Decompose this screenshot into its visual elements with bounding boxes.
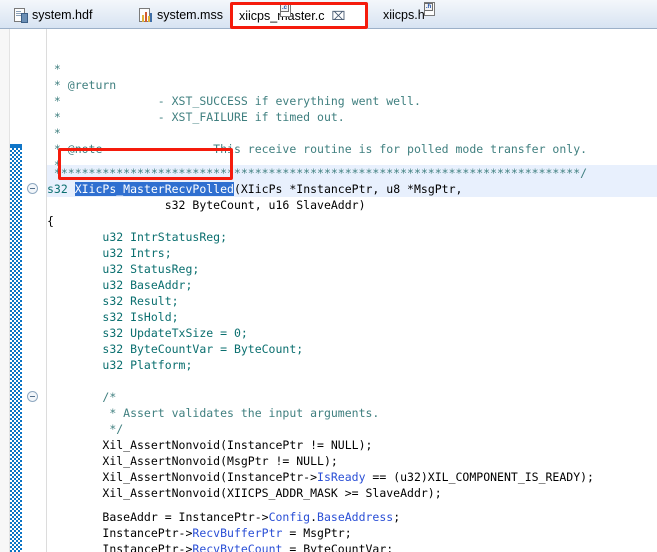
code-line: *	[47, 125, 61, 141]
code-line: Xil_AssertNonvoid(XIICPS_ADDR_MASK >= Sl…	[47, 485, 442, 501]
comment-text: * - XST_FAILURE if timed out.	[47, 110, 345, 124]
code-text: = MsgPtr;	[282, 526, 352, 540]
code-text: InstancePtr->	[47, 526, 193, 540]
code-text: Xil_AssertNonvoid(XIICPS_ADDR_MASK >= Sl…	[47, 486, 442, 500]
code-text: Xil_AssertNonvoid(InstancePtr != NULL);	[47, 438, 373, 452]
code-line: /*	[47, 389, 116, 405]
type-keyword-text: u32 StatusReg;	[47, 262, 200, 276]
comment-text: * @note This receive routine is for poll…	[47, 142, 588, 156]
type-keyword-text: u32 IntrStatusReg;	[47, 230, 228, 244]
code-text: InstancePtr->	[47, 542, 193, 552]
struct-field-reference: Config	[268, 510, 311, 524]
code-line: * - XST_SUCCESS if everything went well.	[47, 93, 421, 109]
type-keyword-text: u32 Intrs;	[47, 246, 172, 260]
annotation-ruler-strip[interactable]	[0, 29, 10, 552]
type-keyword-text: s32 UpdateTxSize = 0;	[47, 326, 248, 340]
code-line: s32 ByteCountVar = ByteCount;	[47, 341, 303, 357]
code-line: Xil_AssertNonvoid(MsgPtr != NULL);	[47, 453, 338, 469]
type-keyword-text: u32 BaseAddr;	[47, 278, 193, 292]
struct-field-reference: RecvByteCount	[192, 542, 283, 552]
code-line: */	[47, 421, 123, 437]
folding-gutter[interactable]	[22, 29, 44, 552]
code-line: ****************************************…	[47, 165, 587, 181]
tab-label: system.mss	[157, 8, 223, 22]
code-line: u32 Platform;	[47, 357, 192, 373]
code-text: ;	[393, 510, 401, 524]
code-text: == (u32)XIL_COMPONENT_IS_READY);	[365, 470, 594, 484]
code-text: Xil_AssertNonvoid(InstancePtr->	[47, 470, 318, 484]
comment-text: */	[47, 422, 124, 436]
code-line: s32 XIicPs_MasterRecvPolled(XIicPs *Inst…	[47, 181, 462, 197]
code-text: {	[47, 214, 54, 228]
comment-text: * Assert validates the input arguments.	[47, 406, 380, 420]
code-line: {	[47, 213, 54, 229]
type-keyword-text: s32 IsHold;	[47, 310, 179, 324]
code-line: u32 IntrStatusReg;	[47, 229, 227, 245]
type-keyword-text: s32 ByteCountVar = ByteCount;	[47, 342, 304, 356]
tab-system-hdf[interactable]: system.hdf	[8, 2, 120, 28]
code-editor[interactable]: * * @return * - XST_SUCCESS if everythin…	[0, 29, 657, 552]
comment-text: * @return	[47, 78, 117, 92]
code-line: s32 ByteCount, u16 SlaveAddr)	[47, 197, 366, 213]
code-text: (XIicPs *InstancePtr, u8 *MsgPtr,	[233, 182, 463, 196]
fold-collapse-icon[interactable]	[27, 183, 38, 194]
code-line: s32 IsHold;	[47, 309, 179, 325]
code-line: u32 BaseAddr;	[47, 277, 192, 293]
struct-field-reference: RecvBufferPtr	[192, 526, 283, 540]
tab-xiicps-h[interactable]: .h xiicps.h	[377, 2, 469, 28]
code-text: Xil_AssertNonvoid(MsgPtr != NULL);	[47, 454, 338, 468]
tab-label: system.hdf	[32, 8, 93, 22]
type-keyword-text: u32 Platform;	[47, 358, 193, 372]
code-text: s32 ByteCount, u16 SlaveAddr)	[47, 198, 366, 212]
code-line: * @note This receive routine is for poll…	[47, 141, 587, 157]
code-line: * @return	[47, 77, 116, 93]
code-line: BaseAddr = InstancePtr->Config.BaseAddre…	[47, 509, 400, 525]
comment-text: ****************************************…	[47, 166, 588, 180]
type-keyword-text: s32	[47, 182, 75, 196]
code-line: * - XST_FAILURE if timed out.	[47, 109, 345, 125]
struct-field-reference: IsReady	[317, 470, 366, 484]
hdf-file-icon	[14, 7, 28, 23]
fold-collapse-icon[interactable]	[27, 391, 38, 402]
type-keyword-text: s32 Result;	[47, 294, 179, 308]
comment-text: *	[47, 126, 61, 140]
code-line: * Assert validates the input arguments.	[47, 405, 379, 421]
code-line: s32 Result;	[47, 293, 179, 309]
comment-text: *	[47, 62, 61, 76]
code-text: .	[310, 510, 318, 524]
code-line: InstancePtr->RecvBufferPtr = MsgPtr;	[47, 525, 352, 541]
code-line: InstancePtr->RecvByteCount = ByteCountVa…	[47, 541, 393, 552]
code-line: s32 UpdateTxSize = 0;	[47, 325, 248, 341]
selected-identifier: XIicPs_MasterRecvPolled	[74, 182, 234, 196]
occurrence-marker-bar	[10, 148, 22, 552]
struct-field-reference: BaseAddress	[317, 510, 394, 524]
code-line: u32 StatusReg;	[47, 261, 199, 277]
mss-file-icon	[139, 7, 152, 23]
code-line: Xil_AssertNonvoid(InstancePtr->IsReady =…	[47, 469, 594, 485]
tab-label: xiicps.h	[383, 8, 425, 22]
code-line: u32 Intrs;	[47, 245, 172, 261]
code-text: BaseAddr = InstancePtr->	[47, 510, 269, 524]
tab-xiicps-master-c[interactable]: .cxiicps_master.c⌧	[232, 2, 368, 29]
code-line: *	[47, 61, 61, 77]
comment-text: /*	[47, 390, 117, 404]
code-line: Xil_AssertNonvoid(InstancePtr != NULL);	[47, 437, 372, 453]
source-code-text[interactable]: * * @return * - XST_SUCCESS if everythin…	[47, 29, 657, 552]
editor-tab-bar: system.hdf system.mss .cxiicps_master.c⌧ .h…	[0, 0, 657, 29]
code-text: = ByteCountVar;	[282, 542, 394, 552]
comment-text: * - XST_SUCCESS if everything went well.	[47, 94, 421, 108]
